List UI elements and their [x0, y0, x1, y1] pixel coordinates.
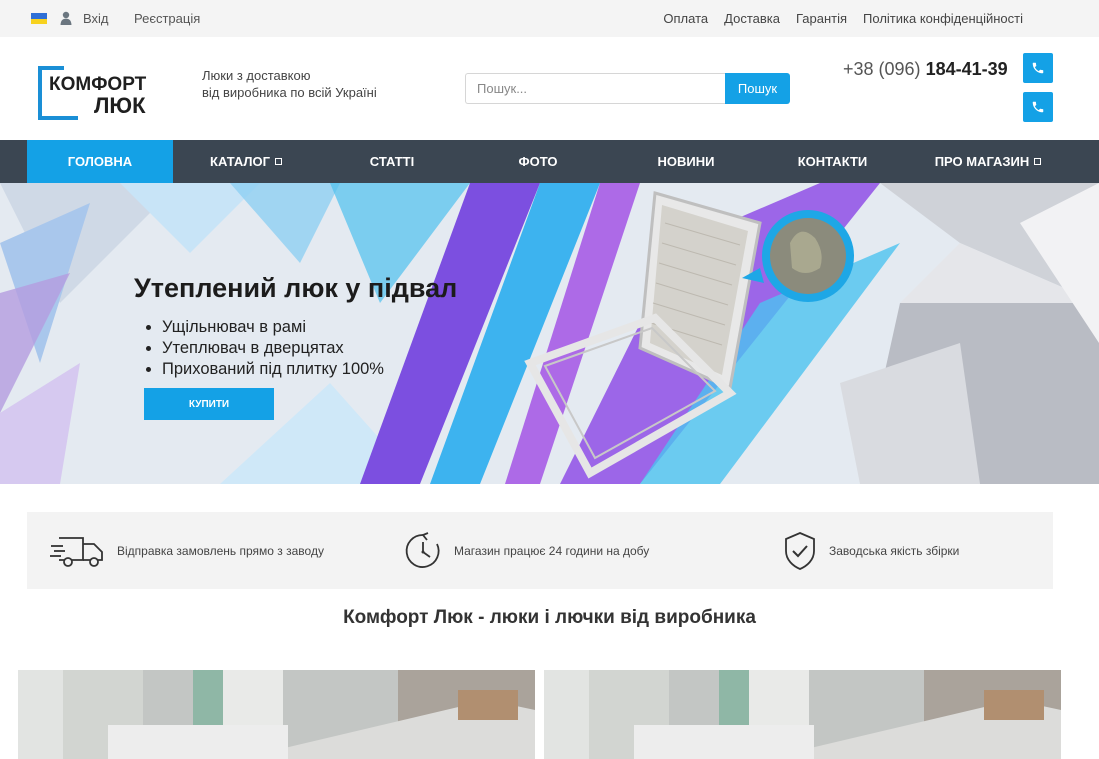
top-links: Оплата Доставка Гарантія Політика конфід…	[663, 11, 1023, 26]
phone-icon	[1032, 62, 1044, 74]
login-link[interactable]: Вхід	[83, 11, 109, 26]
video-thumbnail-image	[544, 670, 1061, 759]
nav-item-news[interactable]: НОВИНИ	[611, 140, 761, 183]
search-input[interactable]	[465, 73, 725, 104]
feature-item-quality: Заводська якість збірки	[783, 512, 959, 589]
hero-banner[interactable]: Утеплений люк у підвал Ущільнювач в рамі…	[0, 183, 1099, 484]
phone-icon	[1032, 101, 1044, 113]
user-icon	[60, 11, 72, 25]
site-header: КОМФОРТ ЛЮК Люки з доставкою від виробни…	[0, 37, 1099, 140]
logo-text-line1: КОМФОРТ	[49, 74, 147, 95]
section-title: Комфорт Люк - люки і лючки від виробника	[343, 607, 756, 628]
phone-digits: 184-41-39	[925, 59, 1008, 79]
warranty-link[interactable]: Гарантія	[796, 11, 847, 26]
feature-item-hours: Магазин працює 24 години на добу	[404, 512, 649, 589]
privacy-policy-link[interactable]: Політика конфіденційності	[863, 11, 1023, 26]
search-form: Пошук	[465, 73, 790, 104]
hero-feature-item: Утеплювач в дверцятах	[162, 338, 384, 359]
ukraine-flag-icon[interactable]	[31, 13, 47, 24]
nav-label: КАТАЛОГ	[210, 154, 270, 169]
nav-item-photo[interactable]: ФОТО	[465, 140, 611, 183]
hero-title: Утеплений люк у підвал	[134, 273, 458, 303]
top-bar: Вхід Реєстрація Оплата Доставка Гарантія…	[0, 0, 1099, 37]
nav-label: ПРО МАГАЗИН	[934, 154, 1030, 169]
feature-text: Заводська якість збірки	[829, 543, 960, 558]
nav-label: НОВИНИ	[657, 154, 715, 169]
phone-prefix: +38 (096)	[843, 59, 926, 79]
nav-item-catalog[interactable]: КАТАЛОГ	[173, 140, 319, 183]
nav-label: ГОЛОВНА	[67, 154, 133, 169]
logo[interactable]: КОМФОРТ ЛЮК	[38, 66, 160, 122]
nav-item-home[interactable]: ГОЛОВНА	[27, 140, 173, 183]
hero-feature-item: Прихований під плитку 100%	[162, 359, 384, 380]
hero-feature-item: Ущільнювач в рамі	[162, 317, 384, 338]
tagline-line2: від виробника по всій Україні	[202, 85, 377, 100]
nav-label: ФОТО	[518, 154, 558, 169]
nav-item-articles[interactable]: СТАТТІ	[319, 140, 465, 183]
truck-icon	[50, 536, 103, 567]
call-button[interactable]	[1023, 53, 1053, 83]
dropdown-icon	[274, 158, 282, 165]
tagline-line1: Люки з доставкою	[202, 68, 311, 83]
feature-item-shipping: Відправка замовлень прямо з заводу	[49, 512, 324, 589]
nav-item-about[interactable]: ПРО МАГАЗИН	[904, 140, 1072, 183]
delivery-link[interactable]: Доставка	[724, 11, 780, 26]
feature-text: Магазин працює 24 години на добу	[454, 543, 650, 558]
phone-number[interactable]: +38 (096) 184-41-39	[843, 59, 1008, 80]
register-link[interactable]: Реєстрація	[134, 11, 200, 26]
nav-item-contacts[interactable]: КОНТАКТИ	[761, 140, 904, 183]
payment-link[interactable]: Оплата	[663, 11, 708, 26]
search-button[interactable]: Пошук	[725, 73, 790, 104]
buy-button[interactable]: КУПИТИ	[144, 388, 274, 420]
dropdown-icon	[1034, 158, 1042, 165]
nav-label: СТАТТІ	[369, 154, 415, 169]
hero-features-list: Ущільнювач в рамі Утеплювач в дверцятах …	[162, 317, 384, 380]
video-thumbnail[interactable]	[18, 670, 535, 759]
main-nav: ГОЛОВНА КАТАЛОГ СТАТТІ ФОТО НОВИНИ КОНТА…	[0, 140, 1099, 183]
tagline: Люки з доставкою від виробника по всій У…	[202, 67, 377, 101]
video-thumbnail-image	[18, 670, 535, 759]
shield-check-icon	[785, 531, 815, 570]
clock-icon	[405, 531, 440, 568]
callback-button[interactable]	[1023, 92, 1053, 122]
feature-text: Відправка замовлень прямо з заводу	[117, 543, 324, 558]
logo-text-line2: ЛЮК	[94, 93, 146, 118]
video-thumbnail[interactable]	[544, 670, 1061, 759]
features-bar: Відправка замовлень прямо з заводу Магаз…	[27, 512, 1053, 589]
nav-label: КОНТАКТИ	[797, 154, 868, 169]
